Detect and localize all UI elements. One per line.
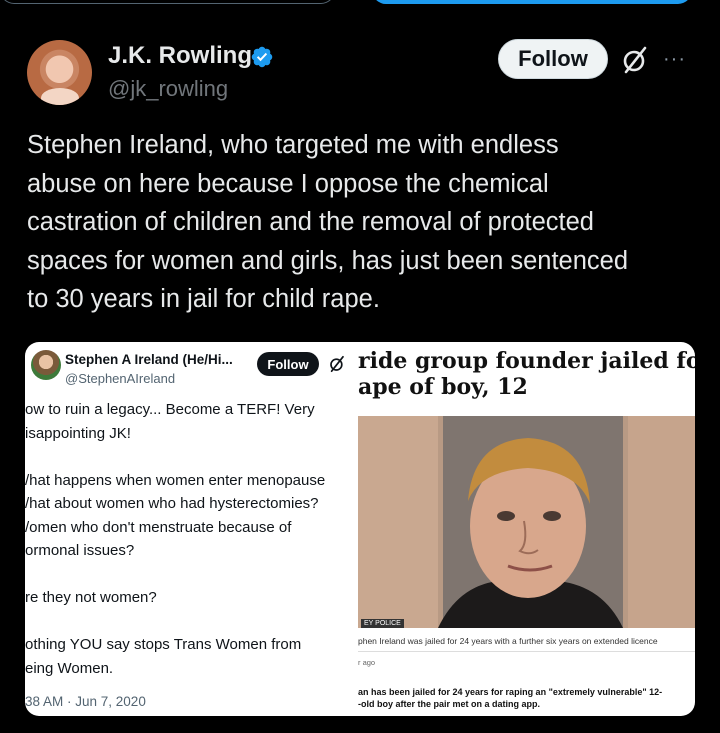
- article-body-line: -old boy after the pair met on a dating …: [358, 699, 541, 709]
- embedded-tweet-text: ow to ruin a legacy... Become a TERF! Ve…: [25, 398, 358, 680]
- tweet-line: to 30 years in jail for child rape.: [27, 285, 380, 313]
- embedded-line: ormonal issues?: [25, 542, 135, 559]
- embedded-line: isappointing JK!: [25, 424, 131, 442]
- embedded-follow-button: Follow: [257, 352, 319, 376]
- divider: [358, 651, 695, 652]
- grok-icon[interactable]: [620, 45, 650, 75]
- tweet-text: Stephen Ireland, who targeted me with en…: [27, 126, 707, 319]
- mugshot-photo: [358, 416, 695, 628]
- tweet-line: Stephen Ireland, who targeted me with en…: [27, 131, 559, 159]
- embedded-avatar: [31, 350, 61, 380]
- news-headline: ride group founder jailed fo ape of boy,…: [358, 348, 695, 400]
- article-body: an has been jailed for 24 years for rapi…: [358, 686, 695, 710]
- embedded-line: othing YOU say stops Trans Women from: [25, 636, 302, 653]
- article-body-line: an has been jailed for 24 years for rapi…: [358, 687, 663, 697]
- embedded-timestamp: 38 AM · Jun 7, 2020: [25, 694, 146, 709]
- author-avatar[interactable]: [27, 40, 92, 105]
- embedded-line: /hat happens when women enter menopause: [25, 471, 326, 489]
- embedded-line: [25, 563, 358, 587]
- more-icon[interactable]: ···: [663, 48, 686, 71]
- embedded-line: eing Women.: [25, 659, 114, 677]
- follow-button[interactable]: Follow: [498, 39, 608, 79]
- grok-icon: [330, 355, 344, 373]
- embedded-line: /omen who don't menstruate because of: [25, 518, 292, 536]
- author-handle[interactable]: @jk_rowling: [108, 76, 228, 102]
- embedded-line: /hat about women who had hysterectomies?: [25, 495, 319, 512]
- top-primary-button[interactable]: [372, 0, 692, 4]
- embedded-author-name: Stephen A Ireland (He/Hi...: [65, 352, 233, 367]
- tweet-line: spaces for women and girls, has just bee…: [27, 246, 629, 275]
- embedded-line: [25, 445, 358, 469]
- embedded-line: [25, 610, 358, 634]
- embedded-tweet-screenshot[interactable]: Stephen A Ireland (He/Hi... @StephenAIre…: [25, 342, 358, 716]
- embedded-author-handle: @StephenAIreland: [65, 371, 176, 386]
- embedded-line: ow to ruin a legacy... Become a TERF! Ve…: [25, 401, 315, 418]
- photo-caption: phen Ireland was jailed for 24 years wit…: [358, 636, 658, 646]
- article-time: r ago: [358, 658, 376, 667]
- author-name[interactable]: J.K. Rowling: [108, 42, 252, 70]
- photo-credit: EY POLICE: [361, 619, 404, 628]
- top-outline-button[interactable]: [0, 0, 335, 4]
- news-headline-line: ape of boy, 12: [358, 374, 528, 400]
- verified-badge-icon: [251, 46, 273, 68]
- news-headline-line: ride group founder jailed fo: [358, 348, 695, 374]
- tweet-line: abuse on here because I oppose the chemi…: [27, 169, 549, 198]
- embedded-line: re they not women?: [25, 589, 157, 606]
- news-article-screenshot[interactable]: ride group founder jailed fo ape of boy,…: [358, 342, 695, 716]
- tweet-line: castration of children and the removal o…: [27, 208, 594, 236]
